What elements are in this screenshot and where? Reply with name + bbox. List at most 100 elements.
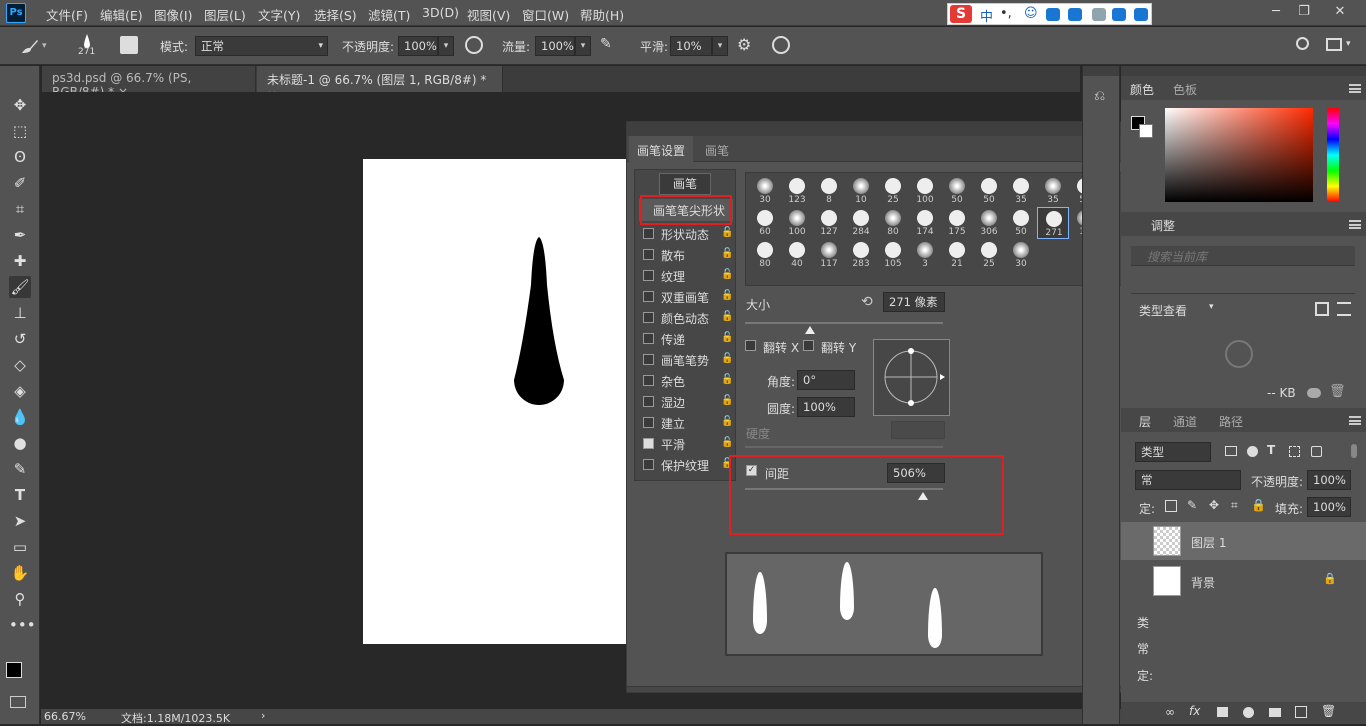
lock-icon[interactable]: 🔓: [721, 311, 733, 322]
lock-move-icon[interactable]: ✥: [1209, 498, 1219, 512]
type-tool-icon[interactable]: T: [9, 484, 31, 506]
hand-tool-icon[interactable]: ✋: [9, 562, 31, 584]
menu-edit[interactable]: 编辑(E): [100, 5, 143, 24]
lock-icon[interactable]: 🔓: [721, 395, 733, 406]
path-select-icon[interactable]: ➤: [9, 510, 31, 532]
lock-artboard-icon[interactable]: ⌗: [1231, 498, 1238, 513]
preset-caret[interactable]: ▾: [42, 41, 47, 51]
rectangle-tool-icon[interactable]: ▭: [9, 536, 31, 558]
trash-icon[interactable]: 🗑: [1329, 384, 1346, 399]
size-slider-track[interactable]: [745, 322, 943, 324]
brush-tip[interactable]: 50: [1005, 207, 1037, 239]
workspace-icon[interactable]: [1326, 38, 1342, 51]
brush-tip[interactable]: 25: [877, 175, 909, 207]
option-checkbox[interactable]: [643, 354, 654, 365]
tab-swatches[interactable]: 色板: [1173, 81, 1197, 98]
lock-icon[interactable]: 🔓: [721, 269, 733, 280]
brush-tip[interactable]: 117: [813, 239, 845, 271]
brush-tip[interactable]: 30: [1005, 239, 1037, 271]
option-checkbox[interactable]: [643, 375, 654, 386]
option-row[interactable]: 杂色 🔓: [635, 371, 735, 392]
brush-tip[interactable]: 80: [877, 207, 909, 239]
menu-select[interactable]: 选择(S): [314, 5, 357, 24]
blur-tool-icon[interactable]: 💧: [9, 406, 31, 428]
list-view-icon[interactable]: [1337, 302, 1351, 316]
brush-tip[interactable]: 283: [845, 239, 877, 271]
panel-drag-bar[interactable]: [627, 122, 1143, 136]
filter-adjust-icon[interactable]: [1247, 446, 1258, 457]
filter-toggle[interactable]: [1351, 444, 1357, 458]
group-folder-icon[interactable]: [1269, 708, 1281, 717]
size-input[interactable]: 271 像素: [883, 292, 945, 312]
mode-select[interactable]: 正常 ▾: [195, 36, 328, 56]
ime-keyboard-icon[interactable]: [1068, 8, 1082, 21]
option-row[interactable]: 湿边 🔓: [635, 392, 735, 413]
status-menu-arrow[interactable]: ›: [261, 709, 265, 722]
foreground-color-swatch[interactable]: [6, 662, 22, 678]
option-row[interactable]: 纹理 🔓: [635, 266, 735, 287]
option-row[interactable]: 建立 🔓: [635, 413, 735, 434]
brush-tip[interactable]: 35: [1005, 175, 1037, 207]
size-slider-thumb[interactable]: [805, 326, 816, 334]
quick-mask-icon[interactable]: [10, 696, 26, 708]
lasso-tool-icon[interactable]: ʘ: [9, 146, 31, 168]
eyedropper-tool-icon[interactable]: ✒: [9, 224, 31, 246]
bg-swatch[interactable]: [1139, 124, 1153, 138]
brush-tip[interactable]: 40: [781, 239, 813, 271]
opacity-dropdown[interactable]: ▾: [438, 36, 454, 56]
brush-tip[interactable]: 50: [941, 175, 973, 207]
tab-layers[interactable]: 层: [1139, 413, 1151, 430]
minimize-button[interactable]: ─: [1262, 2, 1290, 22]
lock-paint-icon[interactable]: ✎: [1187, 498, 1197, 512]
layer-name[interactable]: 图层 1: [1191, 534, 1226, 551]
brush-tip[interactable]: 306: [973, 207, 1005, 239]
option-checkbox[interactable]: [643, 249, 654, 260]
tab-brush-settings[interactable]: 画笔设置: [629, 136, 694, 162]
crop-tool-icon[interactable]: ⌗: [9, 198, 31, 220]
option-checkbox[interactable]: [643, 312, 654, 323]
adjustment-layer-icon[interactable]: [1243, 707, 1254, 718]
mask-icon[interactable]: [1217, 707, 1228, 717]
search-icon[interactable]: [1296, 37, 1309, 50]
lock-icon[interactable]: 🔓: [721, 332, 733, 343]
fill-input[interactable]: 100%: [1307, 497, 1351, 517]
ime-user-icon[interactable]: [1092, 8, 1106, 21]
marquee-tool-icon[interactable]: ⬚: [9, 120, 31, 142]
color-field[interactable]: [1165, 108, 1313, 202]
gear-icon[interactable]: ⚙: [737, 35, 751, 54]
lock-icon[interactable]: 🔓: [721, 290, 733, 301]
tab-color[interactable]: 颜色: [1130, 81, 1154, 98]
link-layers-icon[interactable]: ∞: [1165, 705, 1175, 719]
option-checkbox[interactable]: [643, 459, 654, 470]
option-row[interactable]: 双重画笔 🔓: [635, 287, 735, 308]
menu-3d[interactable]: 3D(D): [422, 5, 459, 20]
brush-tip[interactable]: 123: [781, 175, 813, 207]
grid-view-icon[interactable]: [1315, 302, 1329, 316]
document-canvas[interactable]: [363, 159, 633, 644]
reset-size-icon[interactable]: ⟲: [861, 294, 873, 310]
roundness-input[interactable]: 100%: [797, 397, 855, 417]
menu-layer[interactable]: 图层(L): [204, 5, 246, 24]
more-tools-icon[interactable]: •••: [9, 614, 36, 636]
panel-menu-icon[interactable]: [1349, 416, 1361, 425]
menu-help[interactable]: 帮助(H): [580, 5, 624, 24]
option-row[interactable]: 保护纹理 🔓: [635, 455, 735, 476]
layer-filter-select[interactable]: 类型: [1135, 442, 1211, 462]
brushes-button[interactable]: 画笔: [659, 173, 711, 195]
lock-icon[interactable]: 🔓: [721, 437, 733, 448]
option-checkbox[interactable]: [643, 228, 654, 239]
move-tool-icon[interactable]: ✥: [9, 94, 31, 116]
zoom-level[interactable]: 66.67%: [44, 710, 86, 723]
menu-filter[interactable]: 滤镜(T): [368, 5, 410, 24]
menu-file[interactable]: 文件(F): [46, 5, 88, 24]
close-window-button[interactable]: ✕: [1326, 2, 1354, 22]
panel-menu-icon[interactable]: [1349, 220, 1361, 229]
lock-icon[interactable]: 🔓: [721, 416, 733, 427]
brush-tip[interactable]: 80: [749, 239, 781, 271]
lock-all-icon[interactable]: 🔒: [1251, 498, 1266, 512]
filter-shape-icon[interactable]: [1289, 446, 1300, 457]
history-panel-icon[interactable]: ⎌: [1094, 88, 1110, 106]
tab-adjustments[interactable]: 调整: [1151, 217, 1175, 234]
option-row[interactable]: 平滑 🔓: [635, 434, 735, 455]
filter-smart-icon[interactable]: [1311, 446, 1322, 457]
